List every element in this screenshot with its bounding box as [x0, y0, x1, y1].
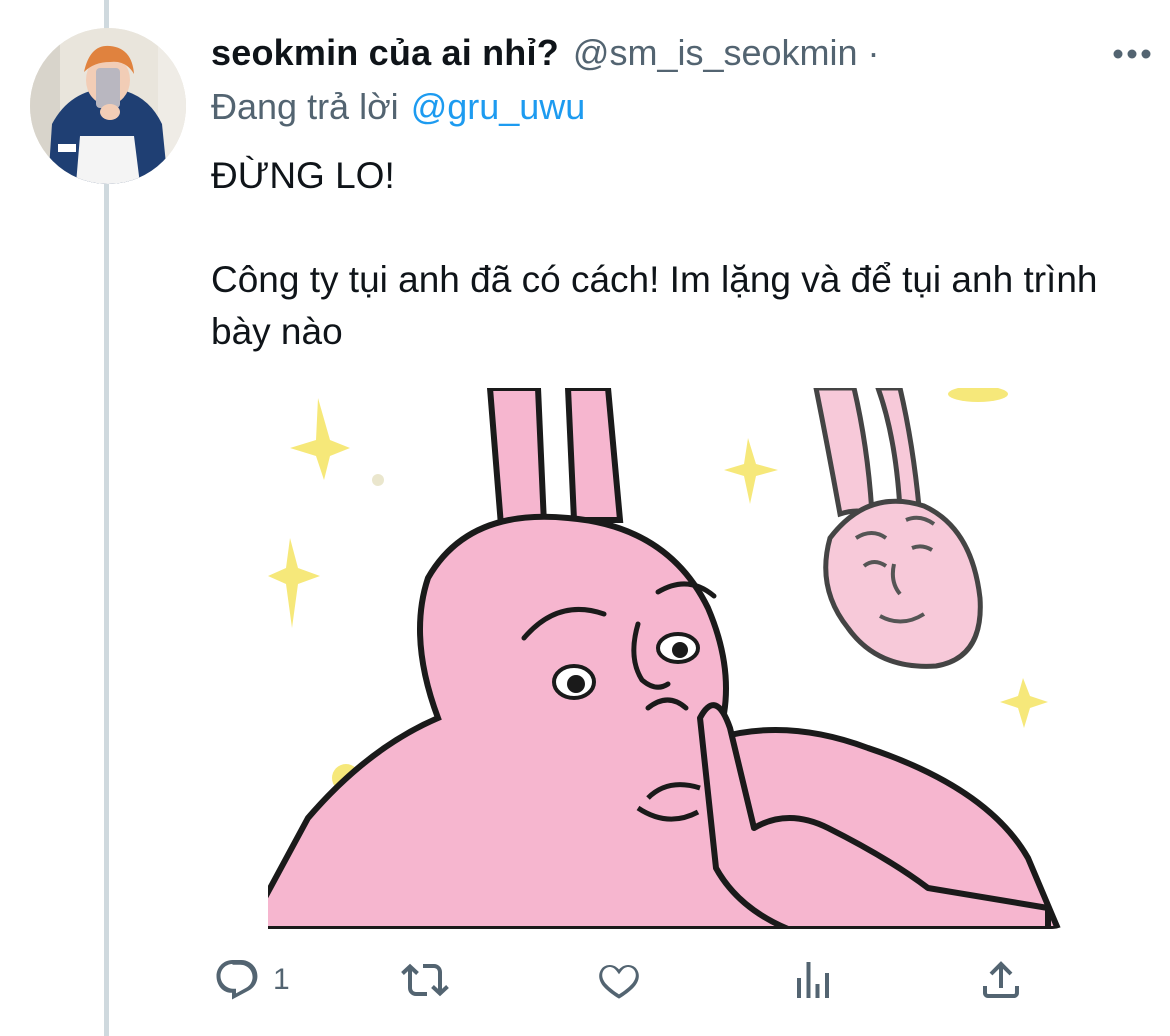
- user-handle[interactable]: @sm_is_seokmin: [573, 32, 858, 74]
- reply-icon: [216, 960, 258, 1000]
- pink-rabbit-meme-image: [268, 388, 1074, 929]
- more-options-button[interactable]: [1109, 34, 1155, 74]
- retweet-button[interactable]: [401, 950, 449, 1010]
- analytics-icon: [797, 962, 829, 998]
- analytics-button[interactable]: [789, 950, 837, 1010]
- display-name[interactable]: seokmin của ai nhỉ?: [211, 32, 559, 74]
- avatar[interactable]: [30, 28, 186, 184]
- replying-to-handle[interactable]: @gru_uwu: [411, 86, 586, 128]
- reply-count: 1: [273, 963, 290, 996]
- share-icon: [983, 961, 1019, 998]
- tweet-header: seokmin của ai nhỉ? @sm_is_seokmin ·: [211, 28, 1151, 78]
- heart-icon: [599, 964, 639, 999]
- tweet-text-line: ĐỪNG LO!: [211, 155, 395, 196]
- tweet-media-image[interactable]: [268, 388, 1074, 929]
- replying-to-label: Đang trả lời: [211, 86, 399, 127]
- more-icon: [1113, 49, 1151, 59]
- tweet-actions: 1: [211, 950, 1041, 1010]
- reply-button[interactable]: 1: [213, 950, 290, 1010]
- share-button[interactable]: [977, 950, 1025, 1010]
- tweet-text-line: Công ty tụi anh đã có cách! Im lặng và đ…: [211, 259, 1098, 352]
- replying-to: Đang trả lời @gru_uwu: [211, 80, 1141, 134]
- tweet: seokmin của ai nhỉ? @sm_is_seokmin · Đan…: [211, 28, 1151, 358]
- avatar-photo: [30, 28, 186, 184]
- like-button[interactable]: [595, 950, 643, 1010]
- retweet-icon: [401, 963, 449, 997]
- tweet-text: ĐỪNG LO! Công ty tụi anh đã có cách! Im …: [211, 150, 1111, 358]
- separator-dot: ·: [867, 32, 880, 73]
